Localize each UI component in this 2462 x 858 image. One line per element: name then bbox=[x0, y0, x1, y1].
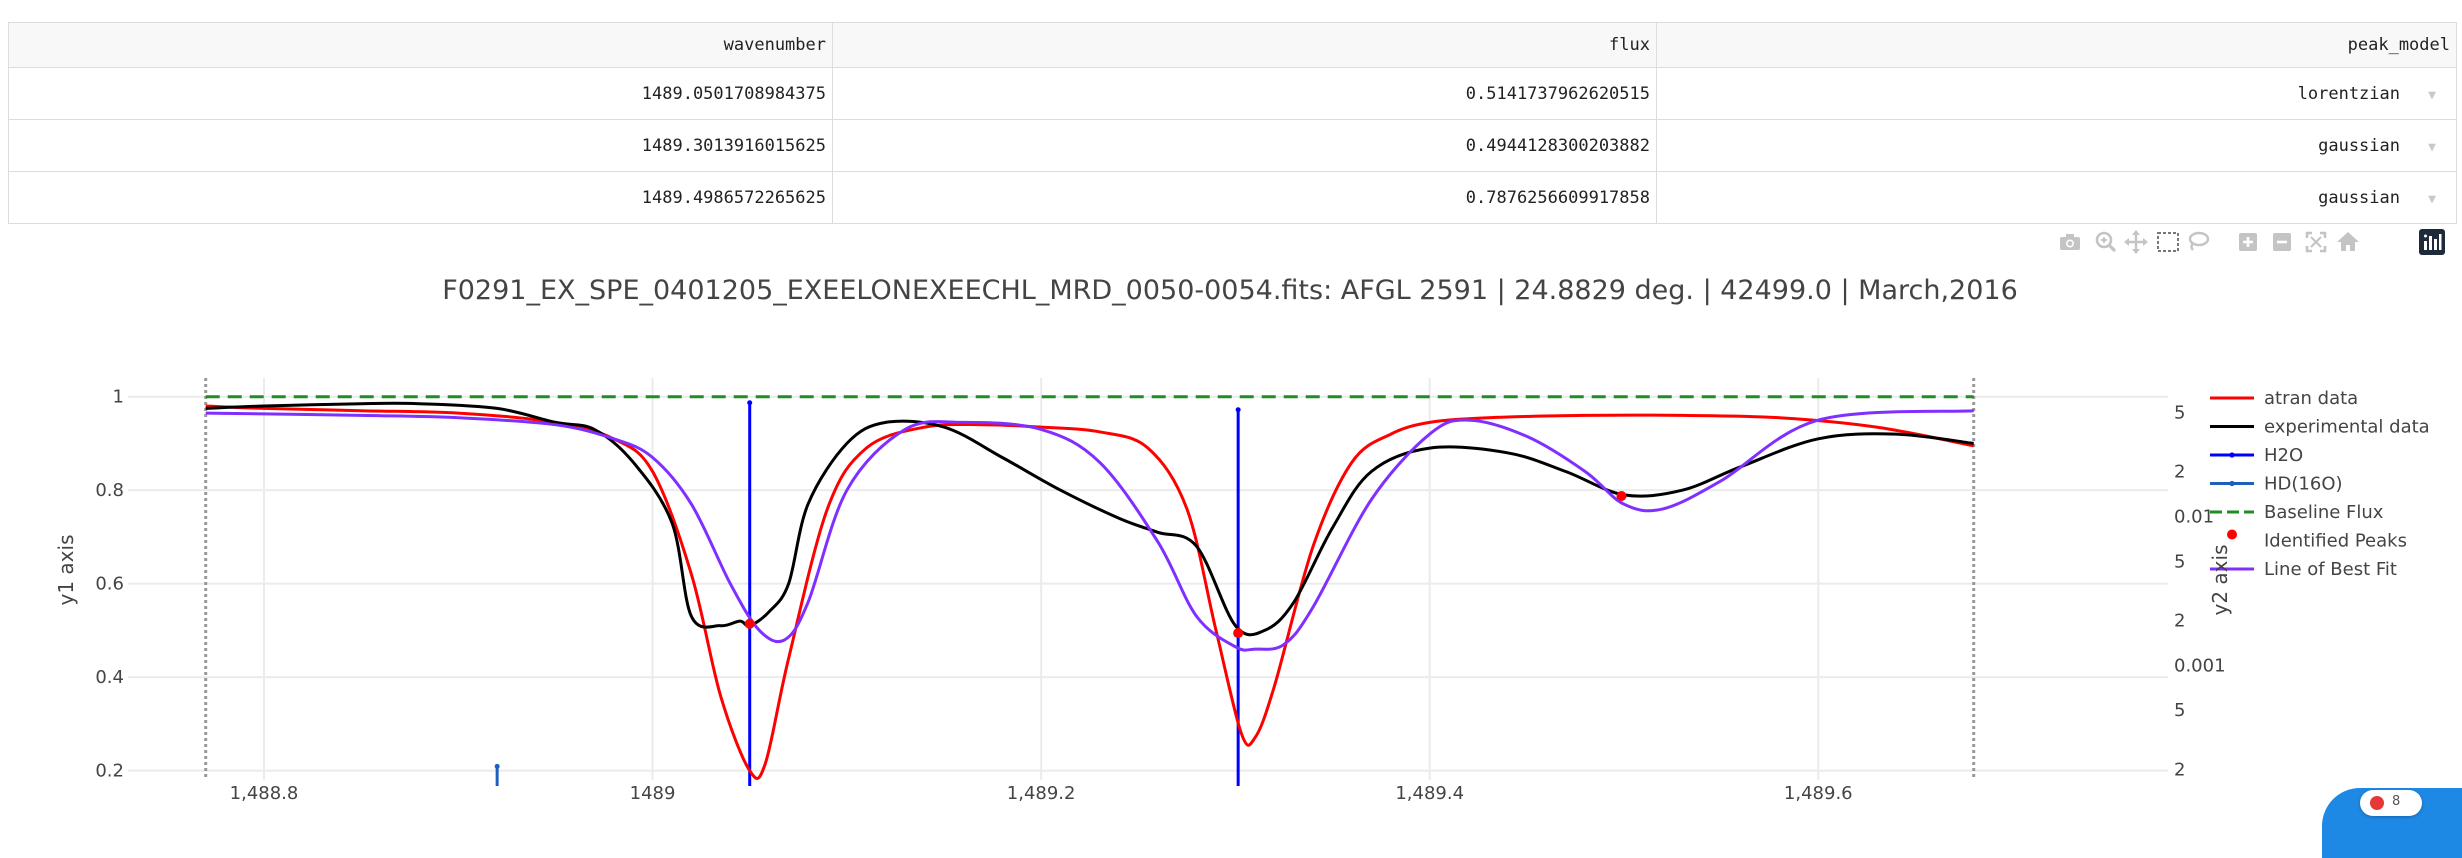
y1-tick-label: 0.4 bbox=[95, 667, 124, 688]
identified-peak-marker[interactable] bbox=[1616, 490, 1627, 501]
line-of-best-fit-line[interactable] bbox=[205, 409, 1974, 652]
legend-item-identified-peaks[interactable]: Identified Peaks bbox=[2227, 529, 2407, 552]
legend-item-h2o[interactable]: H2O bbox=[2210, 445, 2303, 466]
hd-16o-stick-tip[interactable] bbox=[494, 763, 500, 769]
y2-tick-label: 5 bbox=[2174, 402, 2185, 423]
legend[interactable]: atran data experimental data H2O HD(16O) Bas… bbox=[2210, 388, 2430, 580]
atran-data-line[interactable] bbox=[205, 404, 1974, 780]
h2o-stick-tip[interactable] bbox=[747, 400, 753, 406]
legend-item-baseline-flux[interactable]: Baseline Flux bbox=[2210, 502, 2384, 523]
x-tick-label: 1,489.2 bbox=[1007, 783, 1076, 804]
y1-tick-label: 1 bbox=[113, 387, 124, 408]
y2-tick-label: 2 bbox=[2174, 759, 2185, 780]
legend-label: H2O bbox=[2264, 445, 2303, 466]
y1-tick-label: 0.8 bbox=[95, 480, 124, 501]
plot-area[interactable] bbox=[204, 378, 1976, 786]
y2-tick-label: 2 bbox=[2174, 611, 2185, 632]
spectrum-chart[interactable]: F0291_EX_SPE_0401205_EXEELONEXEECHL_MRD_… bbox=[0, 0, 2462, 821]
axis-ticks: 1,488.8 1489 1,489.2 1,489.4 1,489.6 0.2 0.4 0.… bbox=[95, 387, 2225, 804]
identified-peak-marker[interactable] bbox=[1233, 628, 1244, 639]
chart-title: F0291_EX_SPE_0401205_EXEELONEXEECHL_MRD_… bbox=[442, 275, 2018, 306]
legend-label: Identified Peaks bbox=[2264, 531, 2407, 552]
experimental-data-line[interactable] bbox=[205, 401, 1974, 637]
notification-count: 8 bbox=[2392, 794, 2401, 809]
legend-label: Line of Best Fit bbox=[2264, 559, 2397, 580]
legend-label: Baseline Flux bbox=[2264, 502, 2384, 523]
legend-item-experimental-data[interactable]: experimental data bbox=[2210, 417, 2430, 438]
notification-pill[interactable]: 8 bbox=[2360, 790, 2422, 816]
legend-dot-icon bbox=[2229, 452, 2235, 458]
x-tick-label: 1,488.8 bbox=[230, 783, 299, 804]
y2-tick-label: 2 bbox=[2174, 462, 2185, 483]
status-dot-icon bbox=[2370, 796, 2384, 810]
legend-dot-icon bbox=[2229, 480, 2235, 487]
y2-tick-label: 5 bbox=[2174, 700, 2185, 721]
y1-tick-label: 0.6 bbox=[95, 574, 124, 595]
legend-item-line-of-best-fit[interactable]: Line of Best Fit bbox=[2210, 559, 2397, 580]
h2o-stick-tip[interactable] bbox=[1235, 407, 1241, 413]
legend-label: experimental data bbox=[2264, 417, 2430, 438]
x-tick-label: 1,489.4 bbox=[1395, 783, 1464, 804]
legend-item-hd-16o[interactable]: HD(16O) bbox=[2210, 474, 2343, 495]
legend-label: HD(16O) bbox=[2264, 474, 2343, 495]
x-tick-label: 1489 bbox=[630, 783, 676, 804]
grid-lines bbox=[128, 378, 2168, 780]
y1-axis-title: y1 axis bbox=[54, 535, 78, 606]
legend-label: atran data bbox=[2264, 388, 2358, 409]
y2-tick-label: 0.01 bbox=[2174, 506, 2214, 527]
y2-tick-label: 0.001 bbox=[2174, 655, 2226, 676]
y1-tick-label: 0.2 bbox=[95, 761, 124, 782]
y2-tick-label: 5 bbox=[2174, 551, 2185, 572]
legend-marker-icon bbox=[2227, 529, 2237, 540]
legend-item-atran-data[interactable]: atran data bbox=[2210, 388, 2358, 409]
identified-peak-marker[interactable] bbox=[744, 618, 755, 629]
y2-axis-title: y2 axis bbox=[2208, 545, 2232, 616]
x-tick-label: 1,489.6 bbox=[1784, 783, 1853, 804]
